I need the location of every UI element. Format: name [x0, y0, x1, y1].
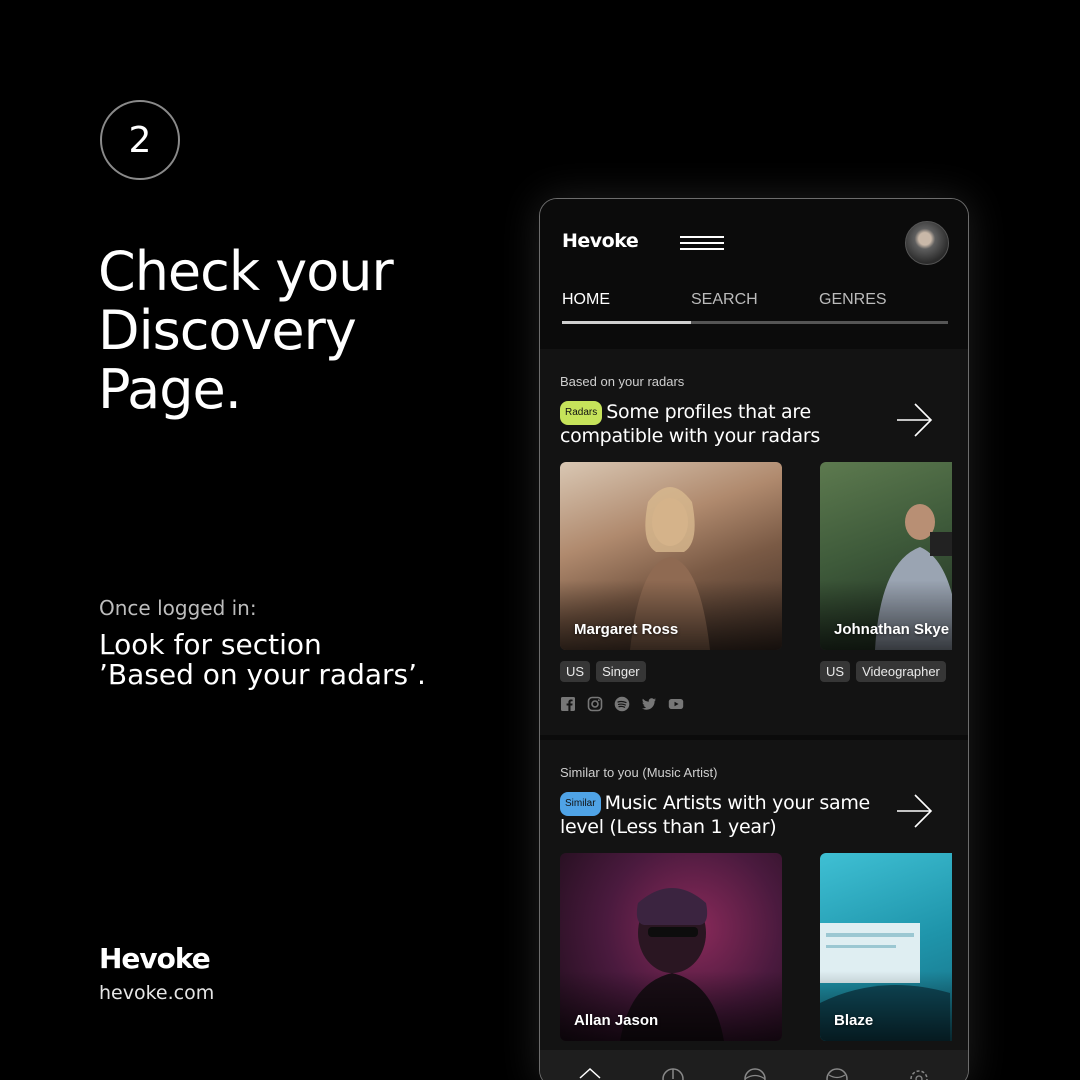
- headline-line-1: Check your: [98, 240, 394, 303]
- hamburger-menu-icon[interactable]: [680, 235, 724, 251]
- brand-logo: Hevoke: [99, 942, 211, 975]
- country-tag[interactable]: US: [820, 661, 851, 682]
- role-tag[interactable]: Singer: [596, 661, 646, 682]
- section-radars: Based on your radars Radars Some profiles…: [540, 349, 968, 735]
- instagram-icon[interactable]: [587, 696, 603, 712]
- profile-card[interactable]: Johnathan Skye: [820, 462, 952, 650]
- card-tags: US Videographer: [820, 661, 946, 682]
- card-shade: [820, 971, 952, 1041]
- app-logo[interactable]: Hevoke: [562, 230, 639, 252]
- home-icon[interactable]: [577, 1066, 603, 1080]
- card-carousel: Margaret Ross Johnathan Skye: [560, 462, 952, 650]
- profile-card[interactable]: Blaze: [820, 853, 952, 1041]
- card-tags: US Singer: [560, 661, 646, 682]
- facebook-icon[interactable]: [560, 696, 576, 712]
- bottom-navigation: [540, 1050, 968, 1080]
- instruction-line-1: Look for section: [99, 628, 322, 661]
- radar-icon[interactable]: [660, 1066, 686, 1080]
- brand-url[interactable]: hevoke.com: [99, 982, 214, 1004]
- card-name: Allan Jason: [574, 1012, 659, 1029]
- headline-line-2: Discovery: [98, 299, 357, 362]
- role-tag[interactable]: Videographer: [856, 661, 946, 682]
- card-shade: [560, 971, 782, 1041]
- phone-mockup: Hevoke HOME SEARCH GENRES Based on your …: [539, 198, 969, 1080]
- arrow-right-icon[interactable]: [896, 401, 934, 439]
- section-title: Radars Some profiles that are compatible …: [560, 401, 880, 447]
- app-header: Hevoke HOME SEARCH GENRES: [540, 199, 968, 339]
- discover-icon[interactable]: [824, 1066, 850, 1080]
- card-shade: [820, 580, 952, 650]
- active-tab-indicator: [562, 321, 691, 324]
- profile-card[interactable]: Allan Jason: [560, 853, 782, 1041]
- step-number-badge: 2: [100, 100, 180, 180]
- instruction-text: Look for section ’Based on your radars’.: [99, 630, 479, 690]
- similar-badge: Similar: [560, 792, 601, 816]
- arrow-right-icon[interactable]: [896, 792, 934, 830]
- section-title-text: Music Artists with your same level (Less…: [560, 792, 870, 838]
- avatar[interactable]: [905, 221, 949, 265]
- page-headline: Check your Discovery Page.: [98, 242, 498, 419]
- tab-home[interactable]: HOME: [562, 291, 610, 309]
- section-label: Similar to you (Music Artist): [560, 765, 718, 780]
- tab-genres[interactable]: GENRES: [819, 291, 887, 309]
- profile-card[interactable]: Margaret Ross: [560, 462, 782, 650]
- country-tag[interactable]: US: [560, 661, 591, 682]
- tab-underline: [562, 321, 948, 324]
- card-carousel: Allan Jason Blaze: [560, 853, 952, 1041]
- card-name: Blaze: [834, 1012, 874, 1029]
- twitter-icon[interactable]: [641, 696, 657, 712]
- card-name: Margaret Ross: [574, 621, 679, 638]
- tab-search[interactable]: SEARCH: [691, 291, 758, 309]
- instruction-label: Once logged in:: [99, 596, 257, 620]
- section-similar: Similar to you (Music Artist) Similar Mus…: [540, 740, 968, 1050]
- card-shade: [560, 580, 782, 650]
- section-title: Similar Music Artists with your same leve…: [560, 792, 880, 838]
- instruction-line-2: ’Based on your radars’.: [99, 658, 426, 691]
- settings-icon[interactable]: [906, 1066, 932, 1080]
- spotify-icon[interactable]: [614, 696, 630, 712]
- radars-badge: Radars: [560, 401, 603, 425]
- main-tabs: HOME SEARCH GENRES: [562, 291, 948, 325]
- globe-icon[interactable]: [742, 1066, 768, 1080]
- youtube-icon[interactable]: [668, 696, 684, 712]
- headline-line-3: Page.: [98, 358, 242, 421]
- card-name: Johnathan Skye: [834, 621, 950, 638]
- social-links: [560, 696, 684, 712]
- section-label: Based on your radars: [560, 374, 685, 389]
